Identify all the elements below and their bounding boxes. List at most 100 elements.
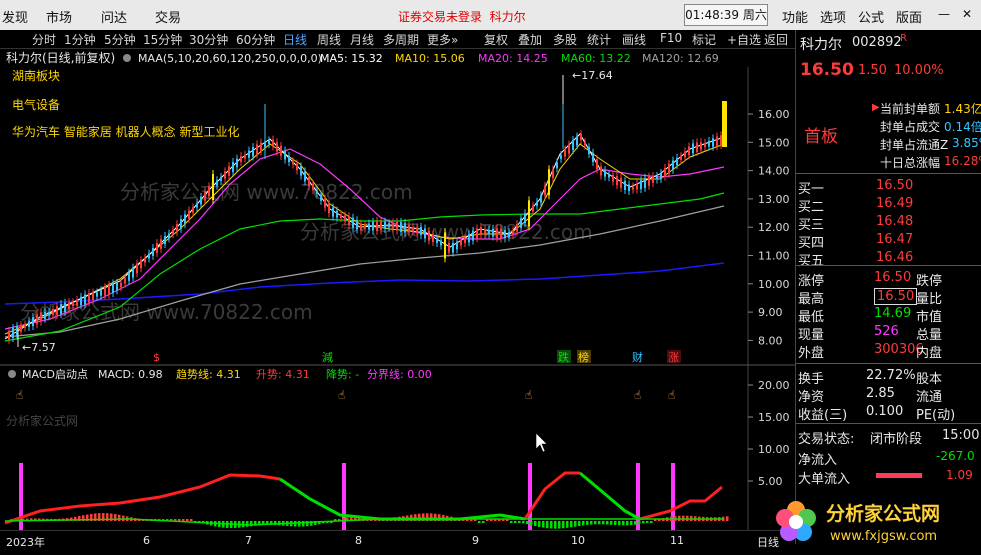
kline-chart[interactable]: 分析家公式网 www.70822.com 分析家公式网 www.70822.co… bbox=[0, 49, 795, 539]
macd-bar bbox=[650, 521, 653, 523]
event-mark-5[interactable]: 财 bbox=[632, 350, 643, 364]
stat-value: 16.50 bbox=[874, 288, 918, 305]
bid-price[interactable]: 16.47 bbox=[876, 232, 913, 247]
menu-function[interactable]: 功能 bbox=[782, 7, 808, 26]
big-inflow-label: 大单流入 bbox=[798, 472, 851, 487]
event-mark-3[interactable]: 跌 bbox=[558, 350, 569, 364]
candle-body bbox=[220, 176, 222, 182]
restore-right-button[interactable]: 复权 bbox=[484, 31, 508, 48]
macd-bar bbox=[610, 521, 613, 525]
macd-bar bbox=[294, 521, 297, 527]
bid-price[interactable]: 16.49 bbox=[876, 196, 913, 211]
candle-body bbox=[500, 228, 502, 239]
stat2-value: 0.100 bbox=[866, 404, 904, 419]
candle-body bbox=[128, 272, 130, 281]
menu-trade[interactable]: 交易 bbox=[155, 7, 181, 26]
f10-button[interactable]: F10 bbox=[660, 31, 682, 45]
stat2-label-2: 流通 bbox=[916, 390, 943, 405]
stat-label: 涨停 bbox=[798, 274, 825, 289]
candle-body bbox=[148, 253, 150, 259]
macd-bar bbox=[514, 521, 517, 523]
tab-5min[interactable]: 5分钟 bbox=[104, 31, 136, 48]
ma120-value: MA120: 12.69 bbox=[642, 52, 719, 65]
tab-more[interactable]: 更多» bbox=[427, 31, 458, 48]
limit-row-1-value: 1.43亿 bbox=[944, 102, 981, 116]
menu-wenda[interactable]: 问达 bbox=[101, 7, 127, 26]
macd-bar bbox=[618, 521, 621, 526]
stat-label: 最低 bbox=[798, 310, 825, 325]
add-favorite-button[interactable]: +自选 bbox=[727, 31, 761, 48]
back-button[interactable]: 返回 bbox=[764, 31, 788, 48]
settings-gear-icon[interactable] bbox=[123, 54, 131, 62]
candle-body bbox=[208, 186, 210, 197]
candle-body bbox=[12, 328, 14, 338]
candle-body bbox=[404, 223, 406, 233]
tab-monthly[interactable]: 月线 bbox=[350, 31, 374, 48]
menu-market[interactable]: 市场 bbox=[46, 7, 72, 26]
close-icon[interactable]: ✕ bbox=[962, 7, 972, 21]
menu-options[interactable]: 选项 bbox=[820, 7, 846, 26]
event-mark-2[interactable]: 減 bbox=[322, 350, 333, 364]
candle-body bbox=[364, 224, 366, 229]
event-mark-4[interactable]: 榜 bbox=[578, 350, 589, 364]
candle-body bbox=[588, 147, 590, 154]
stat-label-2: 总量 bbox=[916, 328, 943, 343]
trade-status-time: 15:00 bbox=[942, 428, 980, 443]
bid-price[interactable]: 16.46 bbox=[876, 250, 913, 265]
login-notice[interactable]: 证券交易未登录 科力尔 bbox=[398, 8, 526, 25]
macd-bar bbox=[582, 521, 585, 526]
candle-body bbox=[504, 230, 506, 239]
candle-body bbox=[356, 220, 358, 230]
tab-multi-period[interactable]: 多周期 bbox=[383, 31, 419, 48]
candle-body bbox=[628, 184, 630, 192]
candle-body bbox=[560, 155, 562, 159]
macd-bar bbox=[558, 521, 561, 529]
bid-price[interactable]: 16.50 bbox=[876, 178, 913, 193]
high-price-label: ←17.64 bbox=[572, 69, 613, 82]
candle-body bbox=[688, 146, 690, 156]
draw-line-button[interactable]: 画线 bbox=[622, 31, 646, 48]
tab-1min[interactable]: 1分钟 bbox=[64, 31, 96, 48]
candle-body bbox=[212, 174, 214, 200]
statistics-button[interactable]: 统计 bbox=[587, 31, 611, 48]
overlay-button[interactable]: 叠加 bbox=[518, 31, 542, 48]
tab-15min[interactable]: 15分钟 bbox=[143, 31, 182, 48]
menu-discover[interactable]: 发现 bbox=[2, 7, 28, 26]
tab-60min[interactable]: 60分钟 bbox=[236, 31, 275, 48]
stat-label: 现量 bbox=[798, 328, 825, 343]
menu-layout[interactable]: 版面 bbox=[896, 7, 922, 26]
net-inflow-value: -267.0 bbox=[936, 449, 975, 463]
candle-body bbox=[244, 154, 246, 159]
tab-timeshare[interactable]: 分时 bbox=[32, 31, 56, 48]
event-mark-1[interactable]: $ bbox=[153, 351, 160, 364]
tab-weekly[interactable]: 周线 bbox=[317, 31, 341, 48]
candle-body bbox=[80, 296, 82, 306]
stat-label-2: 跌停 bbox=[916, 274, 943, 289]
candle-body bbox=[176, 224, 178, 232]
candle-body bbox=[312, 183, 314, 191]
candle-body bbox=[396, 221, 398, 231]
bid-price[interactable]: 16.48 bbox=[876, 214, 913, 229]
candle-body bbox=[184, 214, 186, 225]
candle-body bbox=[200, 196, 202, 205]
signal-bar-4 bbox=[636, 463, 640, 531]
tab-daily[interactable]: 日线 bbox=[283, 31, 307, 48]
candle-body bbox=[84, 294, 86, 305]
macd-bar bbox=[642, 521, 645, 524]
date-tick-9: 9 bbox=[472, 534, 479, 547]
candle-body bbox=[68, 302, 70, 310]
minimize-icon[interactable]: — bbox=[938, 7, 950, 21]
candle-body bbox=[524, 213, 526, 224]
event-mark-6[interactable]: 涨 bbox=[668, 351, 679, 364]
limit-row-2-value: 0.14倍 bbox=[944, 120, 981, 134]
candle-body bbox=[448, 242, 450, 253]
tab-30min[interactable]: 30分钟 bbox=[189, 31, 228, 48]
price-tick-label: 9.00 bbox=[758, 306, 783, 319]
indicator-gear-icon[interactable] bbox=[8, 370, 16, 378]
limit-up-arrow-icon: ▶ bbox=[872, 102, 880, 113]
mark-button[interactable]: 标记 bbox=[692, 31, 716, 48]
low-price-label: ←7.57 bbox=[22, 341, 56, 354]
multi-stock-button[interactable]: 多股 bbox=[553, 31, 577, 48]
indicator-tick-label: 20.00 bbox=[758, 379, 790, 392]
menu-formula[interactable]: 公式 bbox=[858, 7, 884, 26]
